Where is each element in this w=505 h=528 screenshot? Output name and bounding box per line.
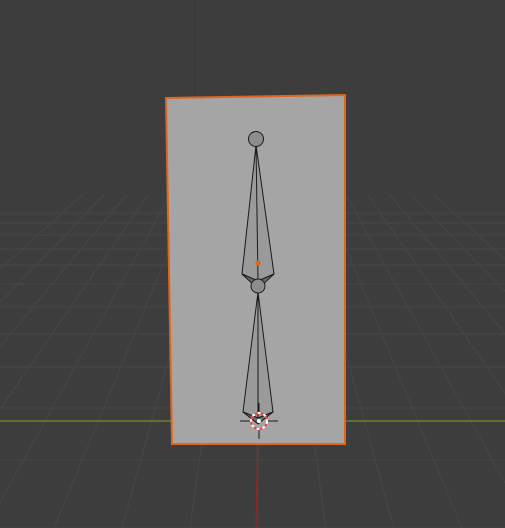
bone-joint-top[interactable]	[248, 131, 264, 147]
bone-joint-middle[interactable]	[250, 278, 266, 294]
armature-origin-dot	[255, 260, 261, 266]
3d-viewport[interactable]	[0, 0, 505, 528]
